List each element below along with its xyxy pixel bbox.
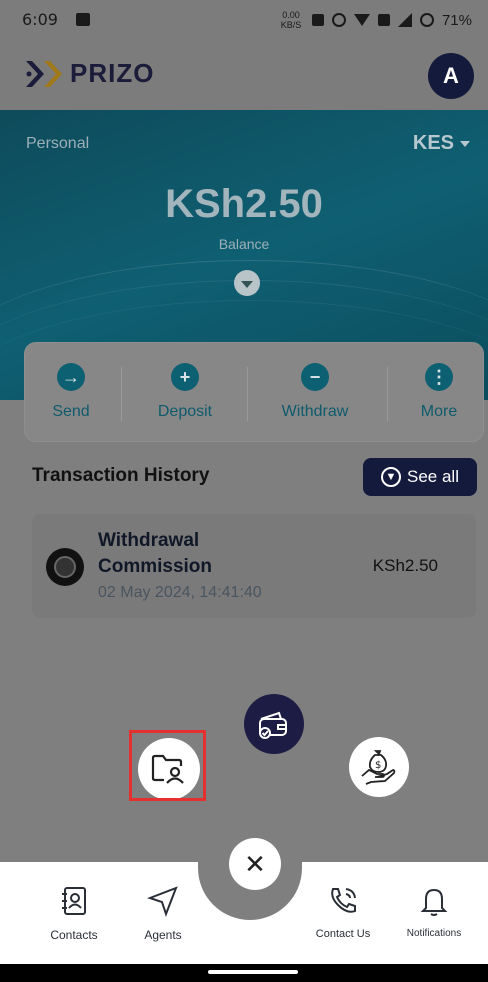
- wifi-icon: [353, 14, 370, 26]
- battery-icon: [419, 13, 434, 27]
- currency-selector[interactable]: KES: [413, 132, 470, 155]
- see-all-label: See all: [407, 467, 459, 486]
- vibrate-icon: [311, 14, 324, 26]
- coin-icon: [46, 548, 84, 586]
- arrow-right-icon: →: [57, 363, 85, 391]
- nav-agents[interactable]: Agents: [118, 885, 208, 942]
- chevron-down-icon: [241, 281, 253, 288]
- battery-percent: 71%: [441, 11, 472, 29]
- action-withdraw-label: Withdraw: [281, 403, 349, 420]
- phone-call-icon: [331, 888, 356, 913]
- see-all-button[interactable]: ▼ See all: [363, 458, 477, 496]
- action-send-label: Send: [52, 403, 90, 420]
- quick-actions-card: → Send + Deposit − Withdraw ⋮ More: [24, 342, 484, 442]
- nav-contact-us[interactable]: Contact Us: [298, 885, 388, 940]
- balance-amount: KSh2.50: [165, 182, 323, 226]
- brand-name: PRIZO: [70, 58, 155, 88]
- transaction-name: Withdrawal Commission: [98, 530, 213, 577]
- nav-notifications-label: Notifications: [406, 928, 462, 939]
- transaction-amount: KSh2.50: [372, 556, 438, 575]
- action-send[interactable]: → Send: [21, 363, 121, 421]
- nav-contacts-label: Contacts: [50, 928, 98, 942]
- transaction-item[interactable]: Withdrawal Commission 02 May 2024, 14:41…: [32, 514, 476, 618]
- status-bar: 6:09 0.00 KB/S 71%: [0, 0, 488, 40]
- signal-icon: [397, 13, 412, 27]
- close-menu-button[interactable]: ✕: [229, 838, 281, 890]
- action-more[interactable]: ⋮ More: [389, 363, 488, 421]
- svg-text:$: $: [375, 760, 381, 771]
- expand-balance-button[interactable]: [234, 270, 260, 296]
- nav-contact-us-label: Contact Us: [315, 928, 371, 940]
- action-deposit[interactable]: + Deposit: [135, 363, 235, 421]
- action-deposit-label: Deposit: [157, 403, 213, 420]
- action-more-label: More: [420, 403, 458, 420]
- nav-agents-label: Agents: [144, 928, 182, 942]
- money-hand-icon: $: [361, 750, 396, 785]
- transaction-history-title: Transaction History: [32, 465, 210, 486]
- transaction-date: 02 May 2024, 14:41:40: [98, 584, 262, 601]
- nav-notifications[interactable]: Notifications: [389, 885, 479, 939]
- more-vertical-icon: ⋮: [425, 363, 453, 391]
- currency-code: KES: [412, 132, 454, 154]
- close-icon: ✕: [244, 848, 266, 879]
- chevron-down-icon: [460, 140, 470, 147]
- wallet-fab[interactable]: [244, 694, 304, 754]
- contacts-book-icon: [62, 887, 86, 915]
- logo: PRIZO: [24, 58, 154, 89]
- net-speed: 0.00 KB/S: [280, 10, 302, 30]
- balance-label: Balance: [218, 236, 270, 252]
- prizo-logo-icon: [26, 60, 62, 87]
- wallet-icon: [259, 711, 287, 739]
- chevron-down-circle-icon: ▼: [381, 467, 401, 487]
- home-indicator[interactable]: [208, 970, 298, 974]
- profile-avatar[interactable]: A: [428, 53, 474, 99]
- status-time: 6:09: [22, 10, 58, 29]
- send-arrow-icon: [147, 886, 178, 917]
- volte-icon: [377, 14, 390, 26]
- nav-contacts[interactable]: Contacts: [29, 885, 119, 942]
- minus-icon: −: [301, 363, 329, 391]
- selection-highlight: [129, 730, 206, 801]
- account-type: Personal: [26, 135, 90, 152]
- money-hand-fab[interactable]: $: [349, 737, 409, 797]
- plus-icon: +: [171, 363, 199, 391]
- status-icons: 0.00 KB/S 71%: [278, 10, 472, 30]
- bell-icon: [420, 888, 448, 916]
- action-withdraw[interactable]: − Withdraw: [265, 363, 365, 421]
- gallery-notification-icon: [76, 13, 90, 26]
- dnd-icon: [331, 13, 346, 27]
